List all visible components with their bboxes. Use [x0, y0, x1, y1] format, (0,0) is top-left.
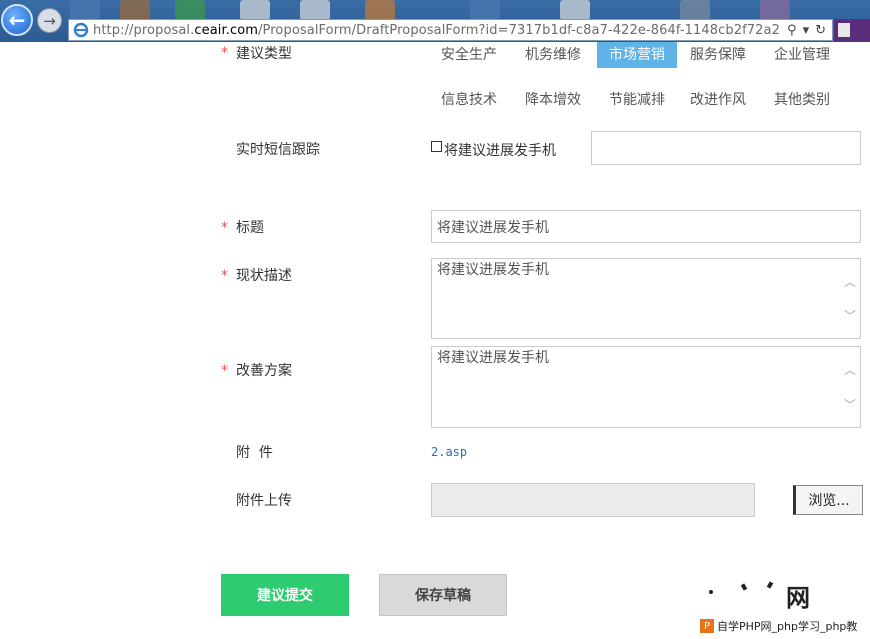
- watermark-logo-text: 网: [786, 584, 810, 612]
- phone-input[interactable]: [591, 131, 861, 165]
- upload-label: 附件上传: [236, 493, 292, 509]
- forward-button[interactable]: →: [37, 8, 62, 33]
- type-option-selected[interactable]: 市场营销: [597, 42, 677, 68]
- required-mark: *: [221, 268, 228, 284]
- plan-textarea[interactable]: 将建议进展发手机 ︿ ﹀: [431, 346, 861, 428]
- type-option[interactable]: 其他类别: [762, 87, 842, 113]
- plan-text: 将建议进展发手机: [437, 350, 549, 366]
- title-label: 标题: [236, 220, 264, 236]
- sms-checkbox[interactable]: [431, 141, 442, 152]
- desktop-icon: [470, 0, 500, 20]
- chevron-down-icon[interactable]: ﹀: [844, 307, 856, 324]
- url-text: http://proposal.ceair.com/ProposalForm/D…: [93, 22, 780, 38]
- submit-button[interactable]: 建议提交: [221, 574, 349, 616]
- required-mark: *: [221, 45, 228, 61]
- required-mark: *: [221, 363, 228, 379]
- status-textarea[interactable]: 将建议进展发手机 ︿ ﹀: [431, 258, 861, 339]
- type-option[interactable]: 改进作风: [678, 87, 758, 113]
- save-draft-button[interactable]: 保存草稿: [379, 574, 507, 616]
- desktop-icon: [680, 0, 710, 20]
- browser-toolbar: ← → http://proposal.ceair.com/ProposalFo…: [0, 0, 870, 42]
- title-input[interactable]: 将建议进展发手机: [431, 210, 861, 243]
- tab-strip[interactable]: [834, 19, 870, 42]
- watermark-caption-text: 自学PHP网_php学习_php教: [717, 620, 858, 633]
- browse-button[interactable]: 浏览...: [793, 485, 863, 515]
- back-button[interactable]: ←: [1, 4, 33, 36]
- status-label: 现状描述: [236, 268, 292, 284]
- desktop-icon: [300, 0, 330, 20]
- desktop-icon: [365, 0, 395, 20]
- watermark-logo: 网: [704, 580, 814, 612]
- chevron-down-icon[interactable]: ﹀: [844, 396, 856, 413]
- desktop-icon: [120, 0, 150, 20]
- ie-page-icon: [73, 22, 89, 38]
- php-logo-icon: P: [700, 619, 714, 633]
- chevron-left-icon[interactable]: [838, 23, 850, 37]
- attachment-label: 附 件: [236, 445, 273, 461]
- desktop-icon: [175, 0, 205, 20]
- status-text: 将建议进展发手机: [437, 262, 549, 278]
- desktop-icon: [760, 0, 790, 20]
- type-option[interactable]: 信息技术: [429, 87, 509, 113]
- watermark-caption: P 自学PHP网_php学习_php教: [700, 616, 870, 636]
- search-icon[interactable]: ⚲: [787, 23, 797, 38]
- textarea-scrollbar[interactable]: ︿ ﹀: [840, 259, 860, 338]
- desktop-icon: [70, 0, 100, 20]
- chevron-up-icon[interactable]: ︿: [844, 273, 856, 290]
- plan-label: 改善方案: [236, 363, 292, 379]
- type-option[interactable]: 机务维修: [513, 42, 593, 68]
- type-option[interactable]: 企业管理: [762, 42, 842, 68]
- type-option[interactable]: 服务保障: [678, 42, 758, 68]
- type-label: 建议类型: [236, 46, 292, 62]
- address-bar[interactable]: http://proposal.ceair.com/ProposalForm/D…: [68, 19, 833, 41]
- chevron-up-icon[interactable]: ︿: [844, 361, 856, 378]
- desktop-icon: [240, 0, 270, 20]
- refresh-icon[interactable]: ↻: [815, 23, 826, 38]
- type-option[interactable]: 节能减排: [597, 87, 677, 113]
- arrow-right-icon: →: [43, 11, 56, 30]
- attachment-link[interactable]: 2.asp: [431, 445, 467, 459]
- type-option[interactable]: 降本增效: [513, 87, 593, 113]
- upload-path-input[interactable]: [431, 483, 755, 517]
- textarea-scrollbar[interactable]: ︿ ﹀: [840, 347, 860, 427]
- sms-checkbox-label[interactable]: 将建议进展发手机: [444, 140, 556, 160]
- arrow-left-icon: ←: [8, 8, 26, 32]
- sms-label: 实时短信跟踪: [236, 142, 320, 158]
- type-option[interactable]: 安全生产: [429, 42, 509, 68]
- required-mark: *: [221, 220, 228, 236]
- desktop-icon: [560, 0, 590, 20]
- dropdown-icon[interactable]: ▾: [803, 23, 810, 38]
